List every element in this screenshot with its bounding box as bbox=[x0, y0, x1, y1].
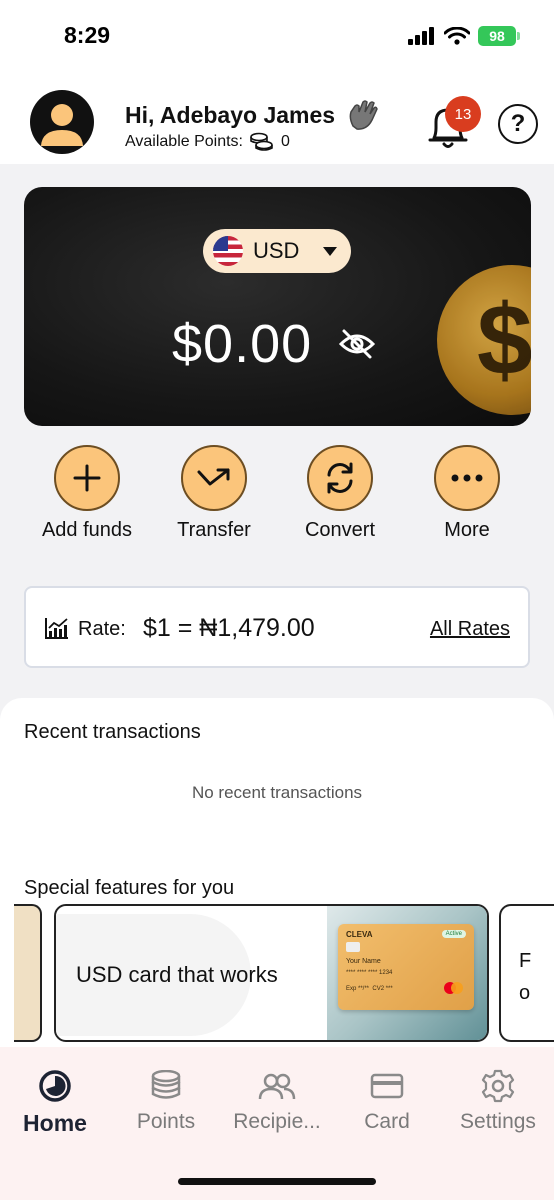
tab-points[interactable]: Points bbox=[111, 1066, 221, 1134]
status-icons: 98 bbox=[408, 26, 520, 46]
convert-button[interactable]: Convert bbox=[280, 445, 400, 542]
more-button[interactable]: More bbox=[407, 445, 527, 542]
tab-home[interactable]: Home bbox=[0, 1066, 110, 1137]
tab-settings-label: Settings bbox=[460, 1110, 536, 1133]
more-dots-icon bbox=[451, 474, 483, 482]
currency-code: USD bbox=[253, 238, 300, 263]
transfer-button[interactable]: Transfer bbox=[154, 445, 274, 542]
transfer-arrow-icon bbox=[197, 468, 230, 486]
tab-recipients[interactable]: Recipie... bbox=[222, 1066, 332, 1134]
greeting-text: Hi, Adebayo James bbox=[125, 101, 336, 128]
card-chip-icon bbox=[346, 942, 360, 952]
card-brand: CLEVA bbox=[346, 930, 373, 939]
balance-card: $ bbox=[24, 187, 531, 426]
us-flag-icon bbox=[213, 236, 243, 266]
promo-next-line1: F bbox=[519, 950, 532, 972]
transfer-label: Transfer bbox=[177, 519, 251, 541]
balance-amount: $0.00 bbox=[172, 314, 313, 374]
chevron-down-icon bbox=[323, 246, 338, 256]
coins-icon bbox=[250, 132, 273, 151]
card-number: **** **** **** 1234 bbox=[346, 970, 393, 976]
recipients-icon bbox=[258, 1073, 296, 1100]
transfer-circle bbox=[181, 445, 247, 511]
tab-card[interactable]: Card bbox=[332, 1066, 442, 1134]
promo-text: USD card that works bbox=[76, 962, 278, 987]
status-bar: 8:29 98 bbox=[0, 0, 554, 76]
add-funds-button[interactable]: Add funds bbox=[27, 445, 147, 542]
rate-value: $1 = ₦1,479.00 bbox=[143, 614, 315, 642]
notification-badge: 13 bbox=[445, 96, 481, 132]
home-icon bbox=[39, 1070, 71, 1102]
wave-hand-icon bbox=[349, 100, 378, 130]
card-status: Active bbox=[441, 930, 466, 938]
battery-icon: 98 bbox=[478, 26, 520, 46]
tab-card-label: Card bbox=[364, 1110, 410, 1133]
avatar[interactable] bbox=[30, 90, 94, 154]
special-features-title: Special features for you bbox=[24, 877, 235, 899]
eye-off-icon[interactable] bbox=[338, 328, 376, 360]
all-rates-link[interactable]: All Rates bbox=[430, 618, 510, 641]
promo-card-usd[interactable]: USD card that works CLEVA Active Your Na… bbox=[54, 904, 489, 1042]
question-icon: ? bbox=[510, 110, 526, 137]
tab-home-label: Home bbox=[23, 1110, 87, 1136]
gear-icon bbox=[481, 1069, 515, 1103]
card-icon bbox=[370, 1073, 404, 1099]
help-button[interactable]: ? bbox=[498, 104, 538, 144]
plus-icon bbox=[73, 464, 101, 492]
coins-icon bbox=[151, 1070, 181, 1099]
promo-card-prev[interactable] bbox=[14, 904, 42, 1042]
currency-selector[interactable]: USD bbox=[203, 229, 351, 273]
promo-next-line2: o bbox=[519, 982, 531, 1004]
points-label: Available Points: bbox=[125, 133, 243, 150]
user-avatar-icon bbox=[41, 104, 83, 146]
signal-icon bbox=[408, 27, 434, 45]
recent-transactions-title: Recent transactions bbox=[24, 721, 201, 743]
tab-settings[interactable]: Settings bbox=[443, 1066, 553, 1134]
convert-icon bbox=[327, 462, 353, 494]
more-label: More bbox=[444, 519, 490, 541]
dollar-coin-icon: $ bbox=[437, 265, 531, 415]
convert-circle bbox=[307, 445, 373, 511]
card-exp-text: Exp **/** bbox=[346, 986, 370, 992]
convert-label: Convert bbox=[304, 519, 376, 541]
tab-recipients-label: Recipie... bbox=[233, 1110, 321, 1133]
add-funds-label: Add funds bbox=[41, 519, 133, 541]
rate-box: Rate: $1 = ₦1,479.00 All Rates bbox=[24, 586, 530, 668]
mastercard-icon bbox=[444, 982, 464, 994]
points-value: 0 bbox=[281, 133, 290, 150]
wifi-icon bbox=[444, 27, 470, 45]
promo-card-next[interactable]: F o bbox=[499, 904, 554, 1042]
card-name: Your Name bbox=[346, 958, 381, 965]
coin-symbol: $ bbox=[477, 284, 531, 396]
more-circle bbox=[434, 445, 500, 511]
tab-points-label: Points bbox=[136, 1110, 196, 1133]
virtual-card-image: CLEVA Active Your Name **** **** **** 12… bbox=[338, 924, 474, 1010]
card-exp: Exp **/** CV2 *** bbox=[346, 986, 393, 992]
add-funds-circle bbox=[54, 445, 120, 511]
chart-icon bbox=[45, 618, 68, 639]
no-recent-transactions: No recent transactions bbox=[191, 783, 363, 802]
rate-label: Rate: bbox=[78, 618, 126, 640]
greeting: Hi, Adebayo James bbox=[125, 98, 381, 132]
status-time: 8:29 bbox=[64, 22, 111, 48]
home-indicator[interactable] bbox=[178, 1178, 376, 1185]
points-line: Available Points: 0 bbox=[125, 132, 290, 152]
card-cvv: CV2 *** bbox=[372, 986, 393, 992]
